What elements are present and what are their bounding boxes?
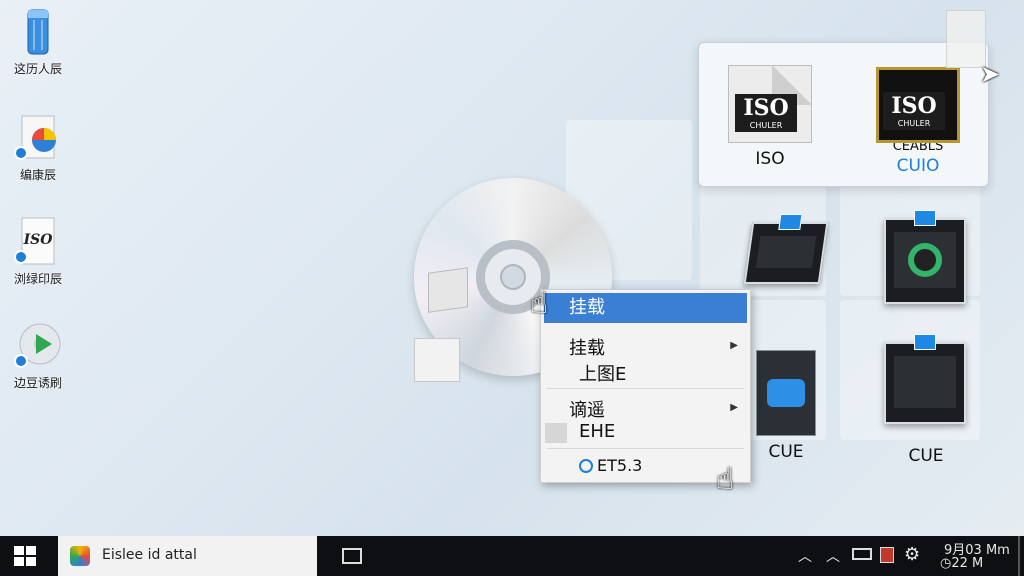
shortcut-badge-icon <box>14 250 28 264</box>
menu-item-mount[interactable]: 挂载 ▶ <box>541 334 750 360</box>
media-player-icon <box>14 320 62 370</box>
iso-file-icon: ISO CHULER <box>876 67 960 143</box>
file-label: CUIO <box>896 156 940 176</box>
desktop-icon-label: 边豆诱刷 <box>13 376 62 390</box>
cue-file-icon <box>756 350 816 436</box>
hand-cursor-icon: ☝ <box>530 286 549 321</box>
file-label: CUE <box>768 442 804 462</box>
iso-file-icon: ISO <box>14 216 62 266</box>
menu-item-icon <box>545 423 567 443</box>
iso-band-subtext: CHULER <box>897 119 931 128</box>
battery-icon[interactable] <box>852 548 872 560</box>
submenu-arrow-icon: ▶ <box>730 340 738 351</box>
iso-glyph-text: ISO <box>23 232 54 248</box>
shortcut-badge-icon <box>14 146 28 160</box>
search-logo-icon <box>70 546 90 566</box>
device-image-icon[interactable] <box>743 214 829 284</box>
menu-item[interactable]: 谪遥 ▶ <box>541 396 750 422</box>
iso-file-item-selected[interactable]: ISO CHULER CEABLS CUIO <box>873 67 963 176</box>
iso-file-icon: ISO CHULER <box>728 65 812 143</box>
clock-icon: ◷ <box>940 556 952 571</box>
start-button[interactable] <box>14 546 36 566</box>
menu-item-label: EHE <box>579 421 616 442</box>
desktop-icon-app[interactable]: 编康辰 <box>2 112 74 183</box>
windows-logo-icon <box>14 546 36 566</box>
settings-icon[interactable]: ⚙ <box>904 544 920 565</box>
menu-item-label: 上图E <box>579 364 627 385</box>
clock-line-2[interactable]: ◷22 M <box>940 556 983 571</box>
menu-item-label: ET5.3 <box>597 456 643 475</box>
submenu-arrow-icon: ▶ <box>730 402 738 413</box>
file-label: CUE <box>908 446 944 466</box>
shortcut-badge-icon <box>14 354 28 368</box>
tray-chevron-icon[interactable]: ︿ <box>826 546 840 566</box>
menu-item-highlighted[interactable]: 挂载 <box>544 293 747 323</box>
search-text: Eislee id attal <box>102 547 197 563</box>
menu-item-label: 挂载 <box>569 338 605 359</box>
iso-file-item[interactable]: ISO CHULER ISO <box>727 65 813 169</box>
tray-chevron-icon[interactable]: ︿ <box>798 546 812 566</box>
menu-separator <box>547 448 744 449</box>
network-icon[interactable] <box>880 547 894 563</box>
menu-item[interactable]: 上图E <box>541 360 750 386</box>
desktop-icon-label: 浏绿印辰 <box>13 272 62 286</box>
device-ghost-icon <box>414 338 460 382</box>
cue-file-item[interactable]: CUE <box>748 350 824 462</box>
iso-band-subtext: CHULER <box>749 121 783 130</box>
desktop-icon-label: 编康辰 <box>19 168 56 182</box>
taskbar-search-box[interactable]: Eislee id attal <box>58 536 317 576</box>
recycle-bin-icon <box>14 6 62 56</box>
iso-band-text: ISO <box>891 93 937 119</box>
device-image-icon[interactable] <box>884 210 966 304</box>
arrow-cursor-icon: ➤ <box>980 60 1001 88</box>
hand-cursor-icon: ☝ <box>716 462 735 497</box>
device-image-icon[interactable] <box>884 334 966 424</box>
app-ball-icon <box>14 112 62 162</box>
clock-icon <box>579 459 593 473</box>
desktop-icon-recycle-bin[interactable]: 这历人辰 <box>2 6 74 77</box>
clock-time-text: 22 M <box>951 556 984 571</box>
menu-item-label: 谪遥 <box>569 400 605 421</box>
context-menu: 挂载 挂载 ▶ 上图E 谪遥 ▶ EHE ET5.3 <box>540 289 751 483</box>
desktop-icon-label: 这历人辰 <box>13 62 62 76</box>
disc-hole <box>500 264 526 290</box>
show-desktop-button[interactable] <box>1018 536 1020 576</box>
desktop-icon-media-player[interactable]: 边豆诱刷 <box>2 320 74 391</box>
desktop-icon-iso-file[interactable]: ISO 浏绿印辰 <box>2 216 74 287</box>
file-label: ISO <box>755 149 785 169</box>
taskbar: Eislee id attal ︿ ︿ ⚙ 9月03 Mm ◷22 M <box>0 536 1024 576</box>
cue-file-item[interactable]: CUE <box>888 440 964 466</box>
task-view-icon[interactable] <box>342 548 362 564</box>
menu-item[interactable]: EHE <box>541 421 750 443</box>
iso-band-text: ISO <box>743 95 789 121</box>
device-ghost-icon <box>428 267 468 313</box>
menu-separator <box>547 388 744 389</box>
